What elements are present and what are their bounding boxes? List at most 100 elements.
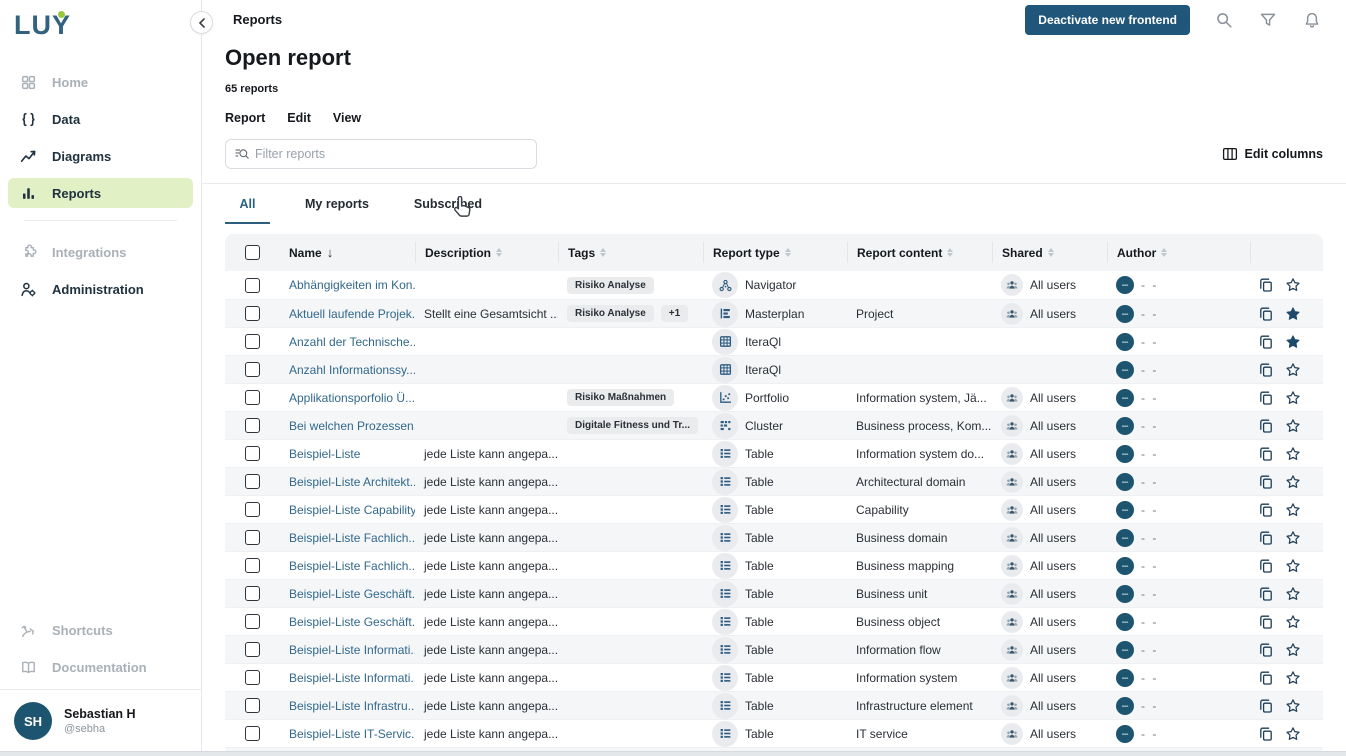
report-name-link[interactable]: Anzahl Informationssy... (289, 363, 415, 377)
tab-subscribed[interactable]: Subscribed (404, 184, 492, 224)
copy-icon[interactable] (1258, 613, 1274, 630)
row-checkbox[interactable] (245, 614, 260, 629)
copy-icon[interactable] (1258, 445, 1274, 462)
report-name-link[interactable]: Beispiel-Liste Geschäft... (289, 587, 415, 601)
column-header-report-content[interactable]: Report content (847, 242, 992, 263)
filter-box[interactable] (225, 139, 537, 169)
star-outline-icon[interactable] (1285, 697, 1301, 714)
copy-icon[interactable] (1258, 305, 1274, 322)
menu-item-edit[interactable]: Edit (287, 111, 311, 125)
star-outline-icon[interactable] (1285, 669, 1301, 686)
sidebar-collapse-button[interactable] (190, 11, 213, 34)
star-filled-icon[interactable] (1285, 305, 1301, 322)
star-outline-icon[interactable] (1285, 445, 1301, 462)
report-name-link[interactable]: Beispiel-Liste Architekt... (289, 475, 415, 489)
menu-item-view[interactable]: View (333, 111, 361, 125)
menu-item-report[interactable]: Report (225, 111, 265, 125)
deactivate-frontend-button[interactable]: Deactivate new frontend (1025, 5, 1190, 35)
column-header-name[interactable]: Name↓ (280, 242, 415, 263)
copy-icon[interactable] (1258, 417, 1274, 434)
brand-logo[interactable]: LUY (0, 0, 201, 59)
copy-icon[interactable] (1258, 333, 1274, 350)
bell-icon[interactable] (1302, 10, 1322, 30)
report-name-link[interactable]: Beispiel-Liste Geschäft... (289, 615, 415, 629)
star-filled-icon[interactable] (1285, 333, 1301, 350)
row-checkbox[interactable] (245, 362, 260, 377)
filter-icon[interactable] (1258, 10, 1278, 30)
row-checkbox[interactable] (245, 306, 260, 321)
report-name-link[interactable]: Applikationsporfolio Ü... (289, 391, 415, 405)
user-card[interactable]: SH Sebastian H @sebha (0, 689, 201, 756)
tab-my-reports[interactable]: My reports (295, 184, 379, 224)
search-icon[interactable] (1214, 10, 1234, 30)
report-name-link[interactable]: Beispiel-Liste Infrastru... (289, 699, 415, 713)
copy-icon[interactable] (1258, 277, 1274, 294)
copy-icon[interactable] (1258, 473, 1274, 490)
report-name-link[interactable]: Beispiel-Liste Fachlich... (289, 531, 415, 545)
sidebar-item-data[interactable]: Data (8, 104, 193, 134)
report-name-link[interactable]: Bei welchen Prozessen... (289, 419, 415, 433)
star-outline-icon[interactable] (1285, 613, 1301, 630)
sidebar-item-integrations[interactable]: Integrations (8, 237, 193, 267)
copy-icon[interactable] (1258, 501, 1274, 518)
row-checkbox[interactable] (245, 474, 260, 489)
copy-icon[interactable] (1258, 389, 1274, 406)
sidebar-item-diagrams[interactable]: Diagrams (8, 141, 193, 171)
row-checkbox[interactable] (245, 670, 260, 685)
report-name-link[interactable]: Beispiel-Liste Capability (289, 503, 415, 517)
bottom-scrollbar-strip[interactable] (0, 751, 1346, 756)
sidebar-item-reports[interactable]: Reports (8, 178, 193, 208)
column-header-tags[interactable]: Tags (558, 242, 703, 263)
column-header-shared[interactable]: Shared (992, 242, 1107, 263)
row-checkbox[interactable] (245, 530, 260, 545)
row-checkbox[interactable] (245, 502, 260, 517)
column-header-report-type[interactable]: Report type (703, 242, 847, 263)
star-outline-icon[interactable] (1285, 277, 1301, 294)
sidebar-item-documentation[interactable]: Documentation (8, 652, 193, 682)
row-checkbox[interactable] (245, 642, 260, 657)
report-name-link[interactable]: Aktuell laufende Projek... (289, 307, 415, 321)
sidebar-item-administration[interactable]: Administration (8, 274, 193, 304)
column-header-author[interactable]: Author (1107, 242, 1250, 263)
row-checkbox[interactable] (245, 334, 260, 349)
row-checkbox[interactable] (245, 446, 260, 461)
column-header-description[interactable]: Description (415, 242, 558, 263)
tab-all[interactable]: All (225, 184, 270, 224)
star-outline-icon[interactable] (1285, 417, 1301, 434)
copy-icon[interactable] (1258, 529, 1274, 546)
star-outline-icon[interactable] (1285, 557, 1301, 574)
report-name-link[interactable]: Abhängigkeiten im Kon... (289, 278, 415, 292)
star-outline-icon[interactable] (1285, 641, 1301, 658)
filter-reports-input[interactable] (255, 147, 528, 161)
row-checkbox[interactable] (245, 726, 260, 741)
star-outline-icon[interactable] (1285, 725, 1301, 742)
star-outline-icon[interactable] (1285, 529, 1301, 546)
star-outline-icon[interactable] (1285, 473, 1301, 490)
copy-icon[interactable] (1258, 585, 1274, 602)
star-outline-icon[interactable] (1285, 501, 1301, 518)
row-checkbox[interactable] (245, 390, 260, 405)
report-name-link[interactable]: Beispiel-Liste Fachlich... (289, 559, 415, 573)
row-checkbox[interactable] (245, 586, 260, 601)
copy-icon[interactable] (1258, 725, 1274, 742)
copy-icon[interactable] (1258, 361, 1274, 378)
copy-icon[interactable] (1258, 669, 1274, 686)
row-checkbox[interactable] (245, 278, 260, 293)
sidebar-item-home[interactable]: Home (8, 67, 193, 97)
row-checkbox[interactable] (245, 558, 260, 573)
star-outline-icon[interactable] (1285, 389, 1301, 406)
edit-columns-button[interactable]: Edit columns (1222, 146, 1323, 162)
star-outline-icon[interactable] (1285, 585, 1301, 602)
report-name-link[interactable]: Anzahl der Technische... (289, 335, 415, 349)
report-name-link[interactable]: Beispiel-Liste (289, 447, 360, 461)
report-name-link[interactable]: Beispiel-Liste Informati... (289, 643, 415, 657)
report-name-link[interactable]: Beispiel-Liste Informati... (289, 671, 415, 685)
copy-icon[interactable] (1258, 641, 1274, 658)
select-all-checkbox[interactable] (245, 245, 260, 260)
sidebar-item-shortcuts[interactable]: Shortcuts (8, 615, 193, 645)
copy-icon[interactable] (1258, 557, 1274, 574)
row-checkbox[interactable] (245, 418, 260, 433)
report-name-link[interactable]: Beispiel-Liste IT-Servic... (289, 727, 415, 741)
row-checkbox[interactable] (245, 698, 260, 713)
copy-icon[interactable] (1258, 697, 1274, 714)
